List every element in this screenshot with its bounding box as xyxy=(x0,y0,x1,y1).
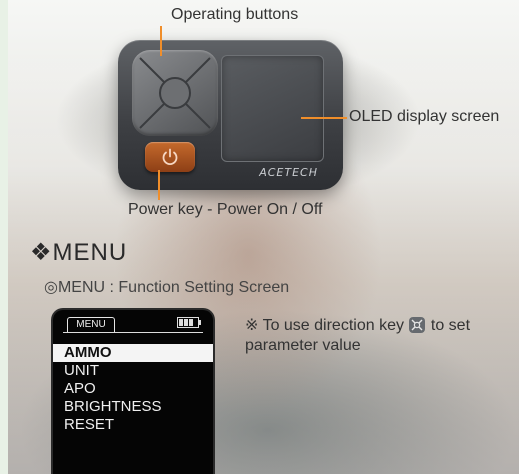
menu-item-apo[interactable]: APO xyxy=(53,380,213,398)
direction-pad-icon xyxy=(139,57,211,129)
screen-header-rule xyxy=(63,332,203,333)
menu-screen-mockup: MENU AMMO UNIT APO BRIGHTNESS RESET xyxy=(53,310,213,474)
oled-display-screen xyxy=(221,55,324,162)
power-key-leader xyxy=(158,170,160,200)
battery-icon xyxy=(177,317,201,328)
direction-key-note: ※ To use direction key to set parameter … xyxy=(245,316,517,356)
menu-heading: ❖MENU xyxy=(30,239,128,266)
oled-display-label: OLED display screen xyxy=(349,108,500,125)
menu-item-brightness[interactable]: BRIGHTNESS xyxy=(53,398,213,416)
power-key[interactable] xyxy=(145,142,195,172)
menu-item-ammo[interactable]: AMMO xyxy=(53,344,213,362)
rangefinder-device: ACETECH xyxy=(118,40,343,190)
oled-display-leader xyxy=(301,117,347,119)
power-icon xyxy=(162,148,178,166)
menu-list: AMMO UNIT APO BRIGHTNESS RESET xyxy=(53,344,213,434)
menu-item-reset[interactable]: RESET xyxy=(53,416,213,434)
menu-subheading: ◎MENU : Function Setting Screen xyxy=(44,279,290,296)
menu-tab-label: MENU xyxy=(67,317,115,332)
menu-item-unit[interactable]: UNIT xyxy=(53,362,213,380)
note-prefix: ※ To use direction key xyxy=(245,317,404,334)
operating-buttons-leader xyxy=(160,26,162,56)
direction-pad[interactable] xyxy=(132,50,218,136)
direction-key-icon xyxy=(409,317,426,333)
device-brand-logo: ACETECH xyxy=(259,166,318,179)
operating-buttons-label: Operating buttons xyxy=(171,6,299,23)
power-key-label: Power key - Power On / Off xyxy=(128,201,323,218)
